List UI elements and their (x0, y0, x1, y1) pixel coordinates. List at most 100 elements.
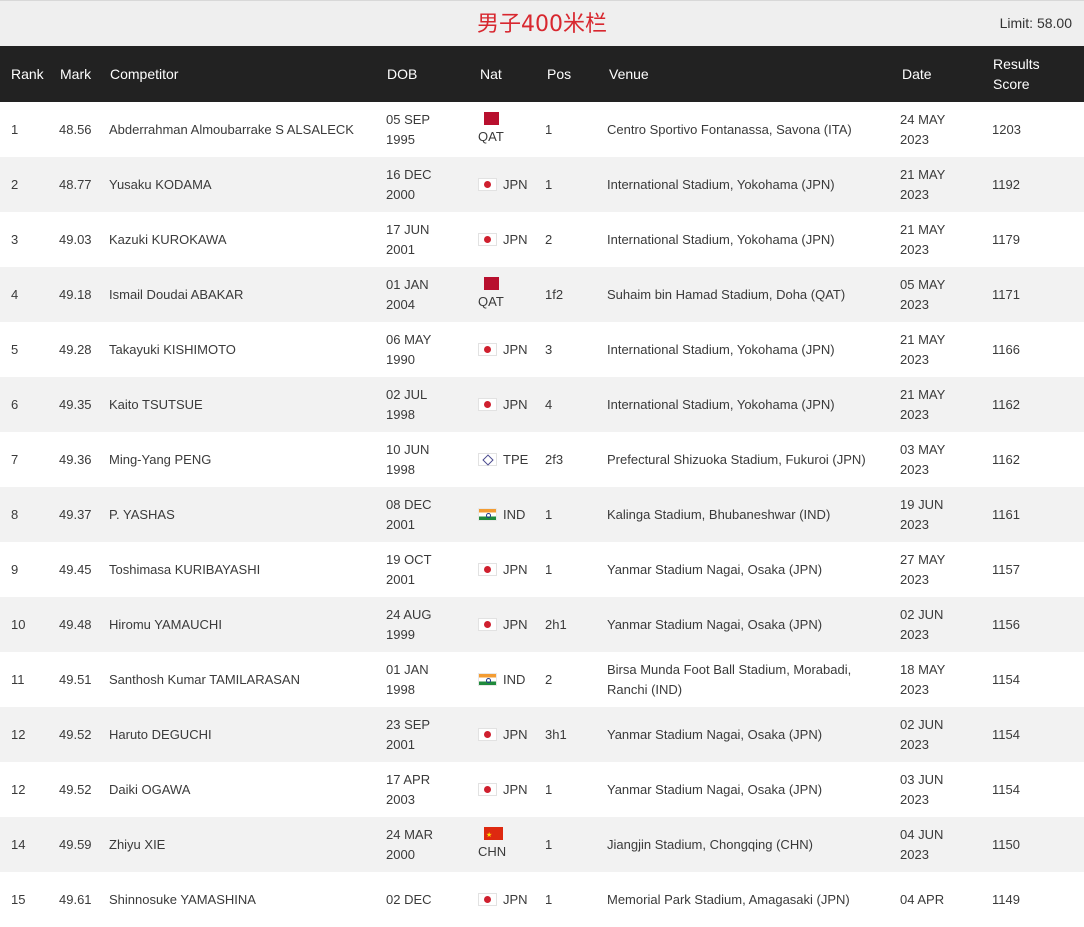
score-cell: 1162 (992, 396, 1020, 412)
mark-cell: 49.61 (59, 891, 92, 907)
nat-code: JPN (503, 176, 528, 192)
nat-code: IND (503, 506, 526, 522)
competitor-link[interactable]: Ming-Yang PENG (109, 432, 211, 487)
column-header-venue[interactable]: Venue (609, 46, 894, 102)
rank-cell: 11 (11, 671, 25, 687)
mark-cell: 49.52 (59, 726, 92, 742)
venue-cell: Memorial Park Stadium, Amagasaki (JPN) (607, 891, 850, 907)
table-row[interactable]: 14 49.59 Zhiyu XIE 24 MAR 2000 CHN 1 Jia… (0, 817, 1084, 872)
dob-year: 2001 (386, 241, 415, 257)
date-day-month: 21 MAY (900, 221, 946, 237)
nat-cell: QAT (478, 267, 538, 322)
column-header-nat[interactable]: Nat (480, 46, 540, 102)
column-header-results-score[interactable]: Results Score (993, 46, 1063, 102)
nat-code: QAT (478, 294, 504, 309)
competitor-link[interactable]: Shinnosuke YAMASHINA (109, 872, 256, 927)
mark-cell: 49.36 (59, 451, 92, 467)
page-title: 男子400米栏 (477, 12, 607, 37)
competitor-link[interactable]: Yusaku KODAMA (109, 157, 212, 212)
table-row[interactable]: 2 48.77 Yusaku KODAMA 16 DEC 2000 JPN 1 … (0, 157, 1084, 212)
pos-cell: 1 (545, 781, 553, 797)
column-header-date[interactable]: Date (902, 46, 972, 102)
date-day-month: 21 MAY (900, 331, 946, 347)
date-year: 2023 (900, 296, 929, 312)
table-row[interactable]: 8 49.37 P. YASHAS 08 DEC 2001 IND 1 Kali… (0, 487, 1084, 542)
competitor-link[interactable]: Kazuki KUROKAWA (109, 212, 227, 267)
table-row[interactable]: 11 49.51 Santhosh Kumar TAMILARASAN 01 J… (0, 652, 1084, 707)
dob-cell: 24 AUG 1999 (386, 597, 466, 652)
rank-cell: 6 (11, 396, 19, 412)
nat-code: JPN (503, 396, 528, 412)
table-row[interactable]: 4 49.18 Ismail Doudai ABAKAR 01 JAN 2004… (0, 267, 1084, 322)
pos-cell: 1 (545, 121, 553, 137)
competitor-link[interactable]: P. YASHAS (109, 487, 175, 542)
table-row[interactable]: 15 49.61 Shinnosuke YAMASHINA 02 DEC JPN… (0, 872, 1084, 927)
competitor-link[interactable]: Zhiyu XIE (109, 817, 165, 872)
nat-code: JPN (503, 231, 528, 247)
date-day-month: 05 MAY (900, 276, 946, 292)
flag-ind-icon (478, 508, 497, 521)
column-header-dob[interactable]: DOB (387, 46, 467, 102)
table-row[interactable]: 12 49.52 Daiki OGAWA 17 APR 2003 JPN 1 Y… (0, 762, 1084, 817)
flag-qat-icon (484, 112, 499, 125)
table-row[interactable]: 1 48.56 Abderrahman Almoubarrake S ALSAL… (0, 102, 1084, 157)
table-row[interactable]: 12 49.52 Haruto DEGUCHI 23 SEP 2001 JPN … (0, 707, 1084, 762)
venue-cell: Yanmar Stadium Nagai, Osaka (JPN) (607, 616, 823, 632)
nat-code: IND (503, 671, 526, 687)
competitor-link[interactable]: Takayuki KISHIMOTO (109, 322, 236, 377)
date-year: 2023 (900, 791, 929, 807)
date-cell: 24 MAY 2023 (900, 102, 970, 157)
column-header-competitor[interactable]: Competitor (110, 46, 178, 102)
table-row[interactable]: 9 49.45 Toshimasa KURIBAYASHI 19 OCT 200… (0, 542, 1084, 597)
score-cell: 1149 (992, 891, 1020, 907)
venue-cell: Yanmar Stadium Nagai, Osaka (JPN) (607, 726, 823, 742)
competitor-link[interactable]: Ismail Doudai ABAKAR (109, 267, 243, 322)
competitor-link[interactable]: Santhosh Kumar TAMILARASAN (109, 652, 300, 707)
dob-cell: 24 MAR 2000 (386, 817, 466, 872)
column-header-rank[interactable]: Rank (11, 46, 44, 102)
table-row[interactable]: 7 49.36 Ming-Yang PENG 10 JUN 1998 TPE 2… (0, 432, 1084, 487)
table-row[interactable]: 10 49.48 Hiromu YAMAUCHI 24 AUG 1999 JPN… (0, 597, 1084, 652)
dob-day-month: 24 AUG (386, 606, 432, 622)
date-year: 2023 (900, 571, 929, 587)
dob-cell: 16 DEC 2000 (386, 157, 466, 212)
rank-cell: 2 (11, 176, 19, 192)
venue-cell: Yanmar Stadium Nagai, Osaka (JPN) (607, 781, 823, 797)
mark-cell: 48.56 (59, 121, 92, 137)
flag-jpn-icon (478, 233, 497, 246)
dob-day-month: 02 DEC (386, 891, 432, 907)
score-cell: 1150 (992, 836, 1020, 852)
table-row[interactable]: 5 49.28 Takayuki KISHIMOTO 06 MAY 1990 J… (0, 322, 1084, 377)
venue-cell: International Stadium, Yokohama (JPN) (607, 341, 835, 357)
column-header-pos[interactable]: Pos (547, 46, 571, 102)
mark-cell: 49.03 (59, 231, 92, 247)
date-cell: 19 JUN 2023 (900, 487, 970, 542)
competitor-link[interactable]: Abderrahman Almoubarrake S ALSALECK (109, 102, 354, 157)
rank-cell: 12 (11, 726, 26, 742)
competitor-link[interactable]: Kaito TSUTSUE (109, 377, 203, 432)
dob-day-month: 02 JUL (386, 386, 428, 402)
nat-cell: JPN (478, 322, 538, 377)
rank-cell: 1 (11, 121, 19, 137)
nat-cell: QAT (478, 102, 538, 157)
nat-cell: JPN (478, 597, 538, 652)
date-day-month: 03 JUN (900, 771, 944, 787)
competitor-link[interactable]: Hiromu YAMAUCHI (109, 597, 222, 652)
mark-cell: 49.48 (59, 616, 92, 632)
nat-code: TPE (503, 451, 529, 467)
nat-cell: JPN (478, 157, 538, 212)
venue-cell: International Stadium, Yokohama (JPN) (607, 176, 835, 192)
dob-year: 1995 (386, 131, 415, 147)
table-row[interactable]: 6 49.35 Kaito TSUTSUE 02 JUL 1998 JPN 4 … (0, 377, 1084, 432)
competitor-link[interactable]: Toshimasa KURIBAYASHI (109, 542, 260, 597)
dob-day-month: 05 SEP (386, 111, 431, 127)
table-row[interactable]: 3 49.03 Kazuki KUROKAWA 17 JUN 2001 JPN … (0, 212, 1084, 267)
venue-cell: International Stadium, Yokohama (JPN) (607, 231, 835, 247)
nat-cell: TPE (478, 432, 538, 487)
competitor-link[interactable]: Haruto DEGUCHI (109, 707, 212, 762)
top-bar: 男子400米栏 Limit: 58.00 (0, 0, 1084, 46)
column-header-mark[interactable]: Mark (60, 46, 91, 102)
competitor-link[interactable]: Daiki OGAWA (109, 762, 190, 817)
mark-cell: 49.51 (59, 671, 92, 687)
date-year: 2023 (900, 681, 929, 697)
